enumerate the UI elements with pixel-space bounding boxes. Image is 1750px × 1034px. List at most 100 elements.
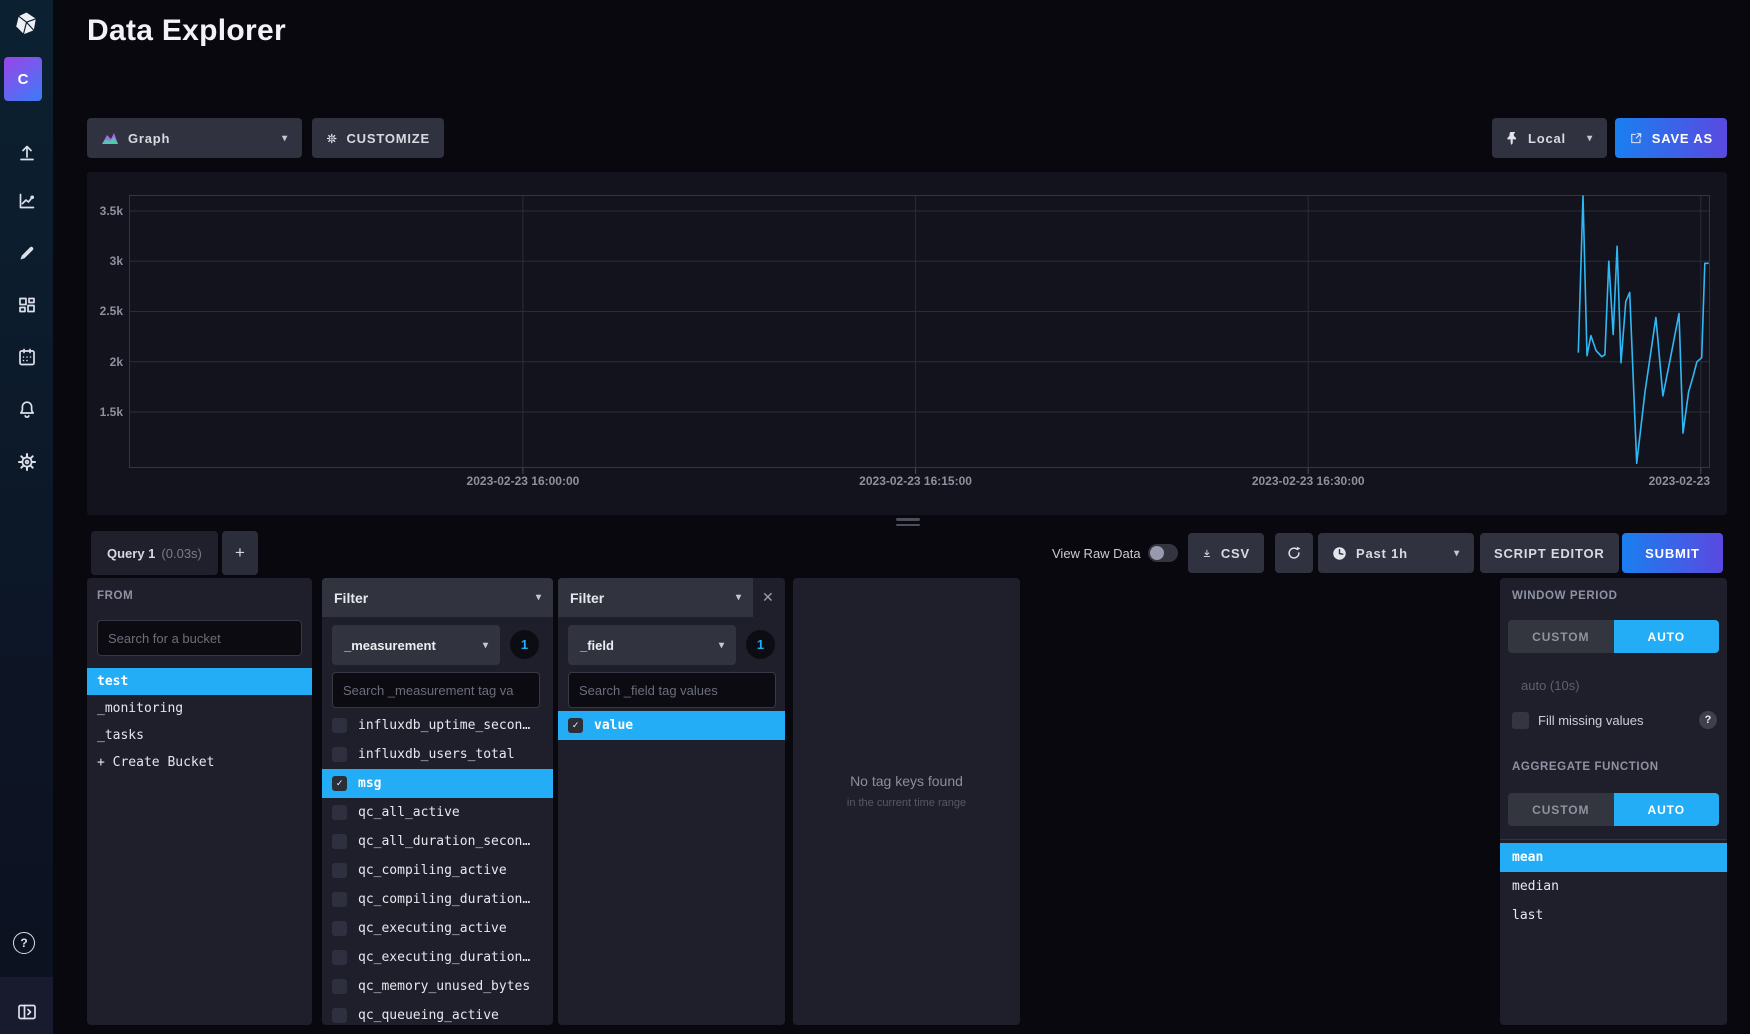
help-icon[interactable]: ? [13,932,35,954]
customize-button[interactable]: CUSTOMIZE [312,118,444,158]
aggregate-custom-button[interactable]: CUSTOM [1508,793,1614,826]
aggregate-function-title: AGGREGATE FUNCTION [1512,761,1659,773]
checkbox-checked-icon[interactable]: ✓ [568,718,583,733]
tag-key-dropdown[interactable]: _measurement ▾ [332,625,500,665]
filter-type-label: Filter [570,590,604,606]
add-query-button[interactable]: + [222,531,258,575]
tag-value-label: influxdb_users_total [358,747,515,762]
tag-value-label: qc_all_duration_secon… [358,834,530,849]
bucket-item[interactable]: test [87,668,312,695]
measurement-list: influxdb_uptime_secon… influxdb_users_tot… [322,711,553,1025]
tab-query-1[interactable]: Query 1 (0.03s) [91,531,218,575]
bucket-search-input[interactable] [97,620,302,656]
time-range-dropdown[interactable]: Past 1h ▾ [1318,533,1474,573]
x-axis-tick-label: 2023-02-23 16:30:00 [1252,474,1365,488]
help-tooltip-icon[interactable]: ? [1699,711,1717,729]
chevron-down-icon: ▾ [282,133,288,144]
query-options-panel: WINDOW PERIOD CUSTOM AUTO auto (10s) Fil… [1500,578,1727,1025]
from-panel-title: FROM [97,590,133,602]
upload-icon [16,141,38,163]
graph-type-label: Graph [128,131,170,146]
create-bucket-button[interactable]: + Create Bucket [87,749,312,776]
time-range-label: Past 1h [1356,546,1408,561]
x-axis-tick-label: 2023-02-23 16:00:00 [467,474,580,488]
checkbox-icon[interactable] [332,747,347,762]
from-panel: FROM test_monitoring_tasks+ Create Bucke… [87,578,312,1025]
filter-type-dropdown[interactable]: Filter ▾ [558,578,753,617]
field-search-input[interactable] [568,672,776,708]
bucket-item[interactable]: _tasks [87,722,312,749]
tag-value-label: qc_executing_active [358,921,507,936]
script-editor-button[interactable]: SCRIPT EDITOR [1480,533,1619,573]
x-axis-labels: 2023-02-23 16:00:002023-02-23 16:15:0020… [129,474,1710,490]
chevron-down-icon: ▾ [719,640,724,651]
view-raw-data-toggle[interactable] [1148,544,1178,562]
empty-state: No tag keys found in the current time ra… [793,773,1020,809]
tag-value-item[interactable]: qc_queueing_active [322,1001,553,1025]
line-chart[interactable] [129,195,1710,476]
fill-missing-values-row: Fill missing values ? [1512,711,1717,729]
checkbox-icon[interactable] [332,950,347,965]
tag-value-item[interactable]: qc_all_duration_secon… [322,827,553,856]
tag-key-dropdown[interactable]: _field ▾ [568,625,736,665]
sidebar-item-alerts[interactable] [0,388,53,432]
empty-state-subtitle: in the current time range [793,797,1020,809]
tag-value-label: value [594,718,633,733]
aggregate-function-item[interactable]: mean [1500,843,1727,872]
checkbox-icon[interactable] [332,921,347,936]
refresh-button[interactable] [1275,533,1313,573]
graph-type-dropdown[interactable]: Graph ▾ [87,118,302,158]
tag-value-item[interactable]: qc_compiling_active [322,856,553,885]
tag-value-item[interactable]: qc_all_active [322,798,553,827]
sidebar-item-dashboards[interactable] [0,283,53,327]
checkbox-icon[interactable] [332,805,347,820]
checkbox-icon[interactable] [332,718,347,733]
local-label: Local [1528,131,1566,146]
sidebar-item-notebooks[interactable] [0,231,53,275]
sidebar-item-tasks[interactable] [0,335,53,379]
tag-value-item[interactable]: influxdb_users_total [322,740,553,769]
pencil-icon [16,242,38,264]
measurement-search-input[interactable] [332,672,540,708]
csv-button[interactable]: CSV [1188,533,1264,573]
checkbox-icon[interactable] [332,892,347,907]
tag-value-item[interactable]: influxdb_uptime_secon… [322,711,553,740]
tag-value-item[interactable]: qc_compiling_duration… [322,885,553,914]
tag-value-item[interactable]: ✓ value [558,711,785,740]
aggregate-function-list: meanmedianlast [1500,843,1727,930]
checkbox-icon[interactable] [332,979,347,994]
window-custom-button[interactable]: CUSTOM [1508,620,1614,653]
save-as-label: SAVE AS [1652,131,1713,146]
filter-type-dropdown[interactable]: Filter ▾ [322,578,553,617]
sidebar-footer [0,977,53,1034]
aggregate-auto-button[interactable]: AUTO [1614,793,1720,826]
tag-value-label: qc_compiling_active [358,863,507,878]
fill-missing-checkbox[interactable] [1512,712,1529,729]
window-auto-button[interactable]: AUTO [1614,620,1720,653]
sidebar: C [0,0,53,1034]
checkbox-icon[interactable] [332,1008,347,1023]
expand-sidebar-button[interactable] [0,990,53,1034]
y-axis-tick-label: 3.5k [100,204,123,218]
submit-button[interactable]: SUBMIT [1622,533,1723,573]
checkbox-checked-icon[interactable]: ✓ [332,776,347,791]
sidebar-item-settings[interactable] [0,440,53,484]
checkbox-icon[interactable] [332,834,347,849]
local-dropdown[interactable]: Local ▾ [1492,118,1607,158]
checkbox-icon[interactable] [332,863,347,878]
sidebar-item-data-explorer[interactable] [0,179,53,223]
tag-value-item[interactable]: qc_memory_unused_bytes [322,972,553,1001]
aggregate-function-item[interactable]: last [1500,901,1727,930]
tag-value-item[interactable]: qc_executing_duration… [322,943,553,972]
toggle-knob [1150,546,1164,560]
close-icon[interactable]: ✕ [762,589,774,606]
tag-keys-panel: No tag keys found in the current time ra… [793,578,1020,1025]
aggregate-function-item[interactable]: median [1500,872,1727,901]
save-as-button[interactable]: SAVE AS [1615,118,1727,158]
resize-handle[interactable] [896,518,920,528]
tag-value-item[interactable]: qc_executing_active [322,914,553,943]
tag-value-item[interactable]: ✓msg [322,769,553,798]
sidebar-item-load-data[interactable] [0,130,53,174]
avatar[interactable]: C [4,57,42,101]
bucket-item[interactable]: _monitoring [87,695,312,722]
